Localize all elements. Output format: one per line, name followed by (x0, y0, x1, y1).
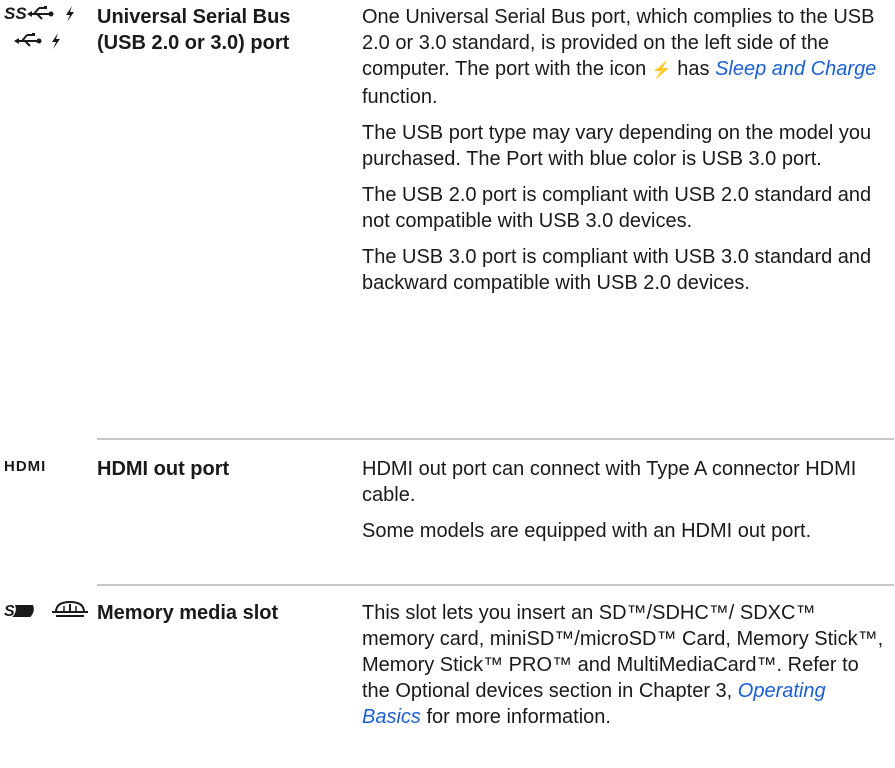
usb-paragraph-1-mid: has (671, 58, 716, 80)
memory-media-description: This slot lets you insert an SD™/SDHC™/ … (362, 600, 890, 740)
row-divider-2 (97, 584, 894, 586)
usb-port-term: Universal Serial Bus (USB 2.0 or 3.0) po… (97, 6, 291, 54)
memory-stick-icon (52, 600, 89, 617)
sleep-charge-bolt-icon: ⚡ (651, 62, 672, 79)
hdmi-icons: HDMI (4, 458, 94, 476)
hdmi-port-description: HDMI out port can connect with Type A co… (362, 456, 890, 554)
usb-port-description: One Universal Serial Bus port, which com… (362, 4, 890, 306)
hdmi-port-term: HDMI out port (97, 458, 230, 480)
usb-sleep-charge-icon (14, 33, 60, 49)
memory-media-term: Memory media slot (97, 602, 279, 624)
usb-paragraph-4: The USB 3.0 port is compliant with USB 3… (362, 246, 872, 294)
memory-media-icons: S (4, 600, 94, 622)
svg-text:SS: SS (4, 4, 27, 23)
usb-paragraph-1-end: function. (362, 86, 438, 108)
usb-superspeed-sleep-charge-icon: SS (4, 4, 74, 23)
memory-paragraph-1: This slot lets you insert an SD™/SDHC™/ … (362, 600, 890, 730)
memory-paragraph-1-end: for more information. (420, 706, 611, 728)
hdmi-icon: HDMI (4, 458, 47, 475)
usb-paragraph-2: The USB port type may vary depending on … (362, 122, 872, 170)
hdmi-paragraph-2: Some models are equipped with an HDMI ou… (362, 520, 812, 542)
sleep-and-charge-link[interactable]: Sleep and Charge (715, 58, 876, 80)
svg-text:S: S (4, 603, 15, 620)
sd-card-icon: S (4, 603, 34, 620)
row-divider-1 (97, 438, 894, 440)
usb-paragraph-1: One Universal Serial Bus port, which com… (362, 4, 890, 110)
usb-icons: SS (4, 2, 94, 52)
usb-paragraph-3: The USB 2.0 port is compliant with USB 2… (362, 184, 872, 232)
hdmi-paragraph-1: HDMI out port can connect with Type A co… (362, 458, 857, 506)
